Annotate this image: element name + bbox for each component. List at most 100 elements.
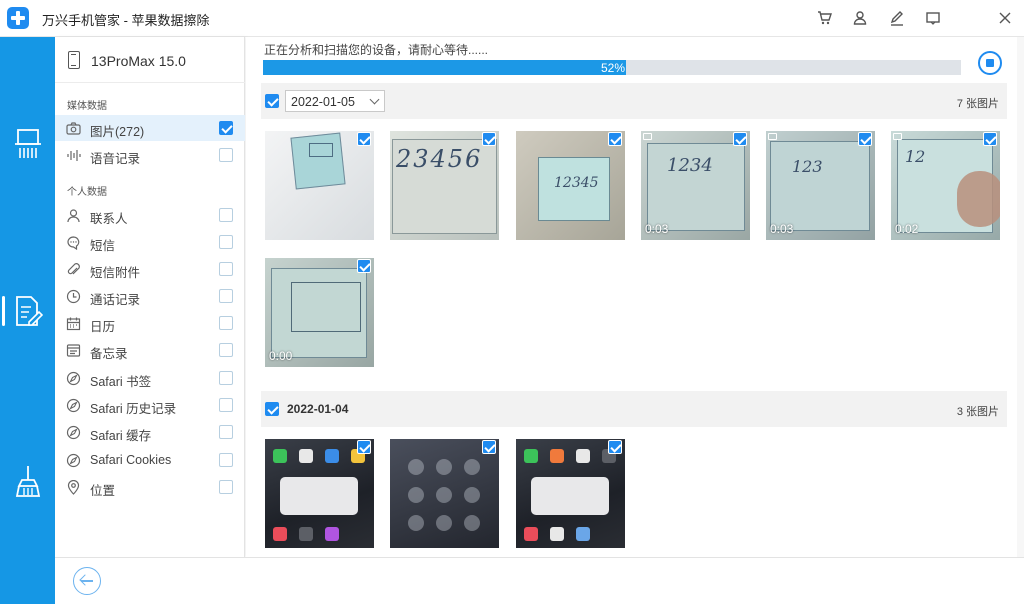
broom-icon — [15, 466, 40, 497]
video-duration: 0:00 — [269, 349, 293, 363]
notes-checkbox[interactable] — [219, 343, 233, 357]
photo-checkbox[interactable] — [983, 132, 997, 146]
section-media-title: 媒体数据 — [67, 101, 107, 112]
bottom-bar — [55, 557, 1024, 604]
sidebar-item-notes[interactable]: 备忘录 — [55, 337, 245, 363]
video-icon — [643, 133, 652, 140]
sidebar-item-label: Safari Cookies — [90, 453, 172, 467]
photos-checkbox[interactable] — [219, 121, 233, 135]
sidebar-item-label: 图片(272) — [90, 125, 145, 139]
feedback-icon[interactable] — [887, 9, 907, 27]
attachment-icon — [67, 263, 80, 275]
rail-cleanup[interactable] — [0, 456, 55, 506]
photo-checkbox[interactable] — [357, 132, 371, 146]
sidebar-item-calendar[interactable]: 日历 — [55, 310, 245, 336]
scan-progress-bar: 52% — [263, 60, 961, 75]
sidebar-item-label: 短信 — [90, 239, 116, 253]
photo-checkbox[interactable] — [608, 440, 622, 454]
calendar-checkbox[interactable] — [219, 316, 233, 330]
location-checkbox[interactable] — [219, 480, 233, 494]
group-select-checkbox[interactable] — [265, 402, 279, 416]
video-duration: 0:02 — [895, 222, 919, 236]
group-select-checkbox[interactable] — [265, 94, 279, 108]
group-header-2022-01-04: 2022-01-04 3 张图片 — [261, 391, 1007, 427]
group-date: 2022-01-04 — [287, 402, 349, 416]
photo-thumbnail[interactable] — [390, 439, 499, 548]
sidebar-item-voice[interactable]: 语音记录 — [55, 142, 245, 168]
back-button[interactable] — [73, 567, 101, 595]
device-header: 13ProMax 15.0 — [55, 37, 245, 83]
scrollbar[interactable] — [1017, 37, 1024, 557]
sidebar-item-safari-cookies[interactable]: Safari Cookies — [55, 447, 245, 473]
device-name: 13ProMax 15.0 — [91, 53, 186, 69]
cart-icon[interactable] — [815, 9, 835, 27]
photo-checkbox[interactable] — [608, 132, 622, 146]
sidebar-item-label: Safari 历史记录 — [90, 402, 177, 416]
sidebar-item-label: 联系人 — [90, 212, 128, 226]
video-thumbnail[interactable]: 0:00 — [265, 258, 374, 367]
sidebar-item-contacts[interactable]: 联系人 — [55, 202, 245, 228]
sidebar-item-label: 位置 — [90, 484, 116, 498]
photo-checkbox[interactable] — [482, 440, 496, 454]
document-erase-icon — [15, 296, 43, 326]
sidebar-item-label: 短信附件 — [90, 266, 141, 280]
waveform-icon — [67, 150, 81, 161]
location-icon — [67, 480, 80, 495]
sidebar-item-calls[interactable]: 通话记录 — [55, 283, 245, 309]
category-sidebar: 13ProMax 15.0 媒体数据 图片(272) 语音记录 个人数据 联系人… — [55, 37, 245, 557]
safari-history-checkbox[interactable] — [219, 398, 233, 412]
safari-cookies-checkbox[interactable] — [219, 453, 233, 467]
video-thumbnail[interactable]: 123 0:03 — [766, 131, 875, 240]
safari-bookmarks-checkbox[interactable] — [219, 371, 233, 385]
attachments-checkbox[interactable] — [219, 262, 233, 276]
sidebar-item-safari-bookmarks[interactable]: Safari 书签 — [55, 365, 245, 391]
phone-icon — [68, 51, 80, 69]
sidebar-item-location[interactable]: 位置 — [55, 474, 245, 500]
contacts-checkbox[interactable] — [219, 208, 233, 222]
messages-checkbox[interactable] — [219, 235, 233, 249]
group-header-2022-01-05: 2022-01-05 7 张图片 — [261, 83, 1007, 119]
voice-checkbox[interactable] — [219, 148, 233, 162]
camera-icon — [66, 122, 81, 135]
sidebar-item-messages[interactable]: 短信 — [55, 229, 245, 255]
group-photo-count: 3 张图片 — [956, 406, 999, 418]
safari-icon — [66, 453, 81, 468]
stop-scan-button[interactable] — [978, 51, 1002, 75]
rail-erase-data[interactable] — [0, 286, 55, 336]
video-duration: 0:03 — [645, 222, 669, 236]
rail-erase-device[interactable] — [0, 120, 55, 170]
sidebar-item-label: 备忘录 — [90, 347, 128, 361]
sidebar-item-safari-cache[interactable]: Safari 缓存 — [55, 419, 245, 445]
sidebar-item-label: 语音记录 — [90, 152, 141, 166]
safari-icon — [66, 371, 81, 386]
video-icon — [768, 133, 777, 140]
calls-checkbox[interactable] — [219, 289, 233, 303]
video-thumbnail[interactable]: 1234 0:03 — [641, 131, 750, 240]
photo-thumbnail[interactable]: 12345 — [516, 131, 625, 240]
photo-thumbnail[interactable]: 23456 — [390, 131, 499, 240]
sidebar-item-photos[interactable]: 图片(272) — [55, 115, 245, 141]
video-thumbnail[interactable]: 12 0:02 — [891, 131, 1000, 240]
photo-thumbnail[interactable] — [265, 131, 374, 240]
date-dropdown[interactable]: 2022-01-05 — [285, 90, 385, 112]
photo-thumbnail[interactable] — [265, 439, 374, 548]
safari-cache-checkbox[interactable] — [219, 425, 233, 439]
photo-checkbox[interactable] — [482, 132, 496, 146]
photo-thumbnail[interactable] — [516, 439, 625, 548]
photo-checkbox[interactable] — [357, 440, 371, 454]
contact-icon — [67, 209, 80, 223]
calendar-icon — [66, 317, 81, 331]
close-icon[interactable] — [995, 9, 1015, 27]
photo-checkbox[interactable] — [733, 132, 747, 146]
photo-checkbox[interactable] — [858, 132, 872, 146]
sidebar-item-safari-history[interactable]: Safari 历史记录 — [55, 392, 245, 418]
photo-checkbox[interactable] — [357, 259, 371, 273]
sidebar-item-label: 日历 — [90, 320, 116, 334]
minimize-icon[interactable] — [923, 9, 943, 27]
safari-icon — [66, 398, 81, 413]
sidebar-item-attachments[interactable]: 短信附件 — [55, 256, 245, 282]
user-icon[interactable] — [850, 9, 870, 27]
message-icon — [67, 236, 80, 250]
video-icon — [893, 133, 902, 140]
clock-icon — [66, 289, 81, 304]
